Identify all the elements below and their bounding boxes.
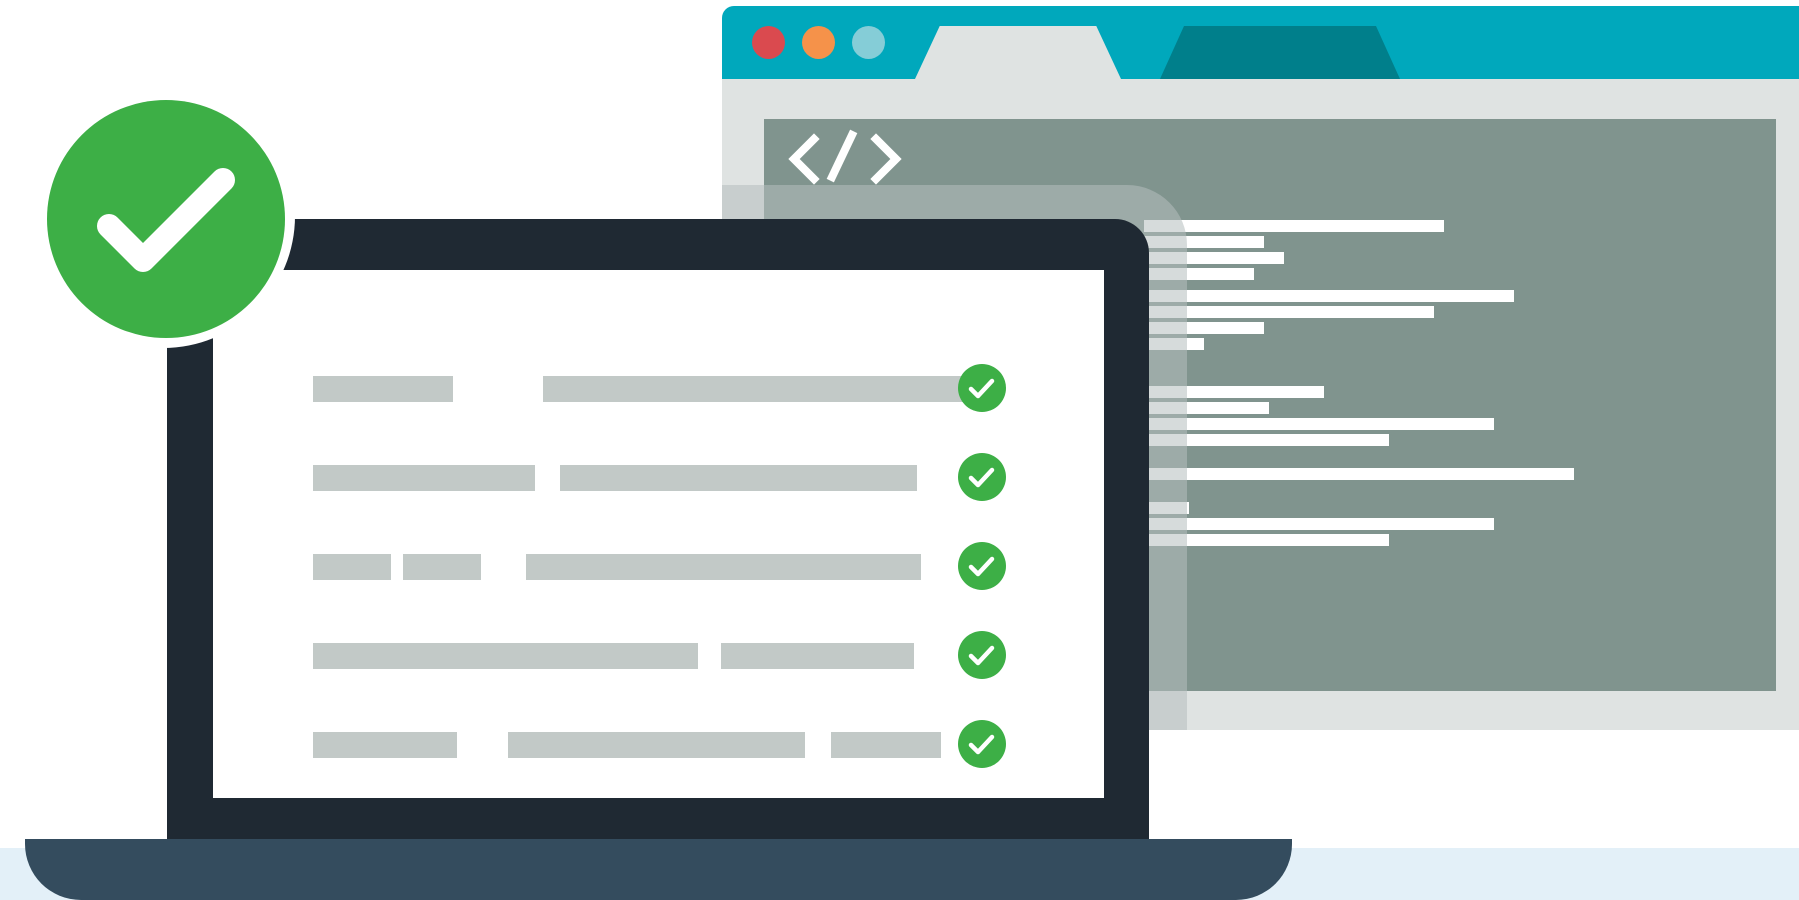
window-close-button[interactable] <box>752 26 785 59</box>
code-line <box>1144 418 1494 430</box>
status-check-icon <box>958 720 1006 768</box>
laptop-screen <box>213 270 1104 798</box>
checklist-row <box>213 542 1104 590</box>
checkmark-icon <box>97 168 235 272</box>
checklist-row <box>213 364 1104 412</box>
checklist-row <box>213 453 1104 501</box>
placeholder-text-bar <box>721 643 914 669</box>
placeholder-text-bar <box>560 465 917 491</box>
status-check-icon <box>958 453 1006 501</box>
checklist-row <box>213 720 1104 768</box>
illustration <box>0 0 1799 900</box>
browser-tab-inactive[interactable] <box>1160 26 1400 79</box>
code-line <box>1144 518 1494 530</box>
code-line <box>1144 306 1434 318</box>
browser-title-bar <box>722 6 1799 79</box>
placeholder-text-bar <box>313 465 535 491</box>
success-badge <box>47 100 285 338</box>
placeholder-text-bar <box>831 732 941 758</box>
placeholder-text-bar <box>508 732 805 758</box>
laptop <box>167 219 1149 851</box>
placeholder-text-bar <box>313 643 698 669</box>
placeholder-text-bar <box>313 732 457 758</box>
placeholder-text-bar <box>543 376 983 402</box>
placeholder-text-bar <box>403 554 481 580</box>
window-maximize-button[interactable] <box>852 26 885 59</box>
checklist-row <box>213 631 1104 679</box>
placeholder-text-bar <box>313 554 391 580</box>
code-line <box>1144 290 1514 302</box>
code-line <box>1144 220 1444 232</box>
code-line <box>1144 468 1574 480</box>
placeholder-text-bar <box>526 554 921 580</box>
window-minimize-button[interactable] <box>802 26 835 59</box>
laptop-base <box>25 839 1292 900</box>
placeholder-text-bar <box>313 376 453 402</box>
status-check-icon <box>958 364 1006 412</box>
status-check-icon <box>958 542 1006 590</box>
browser-tab-active[interactable] <box>915 26 1121 79</box>
status-check-icon <box>958 631 1006 679</box>
